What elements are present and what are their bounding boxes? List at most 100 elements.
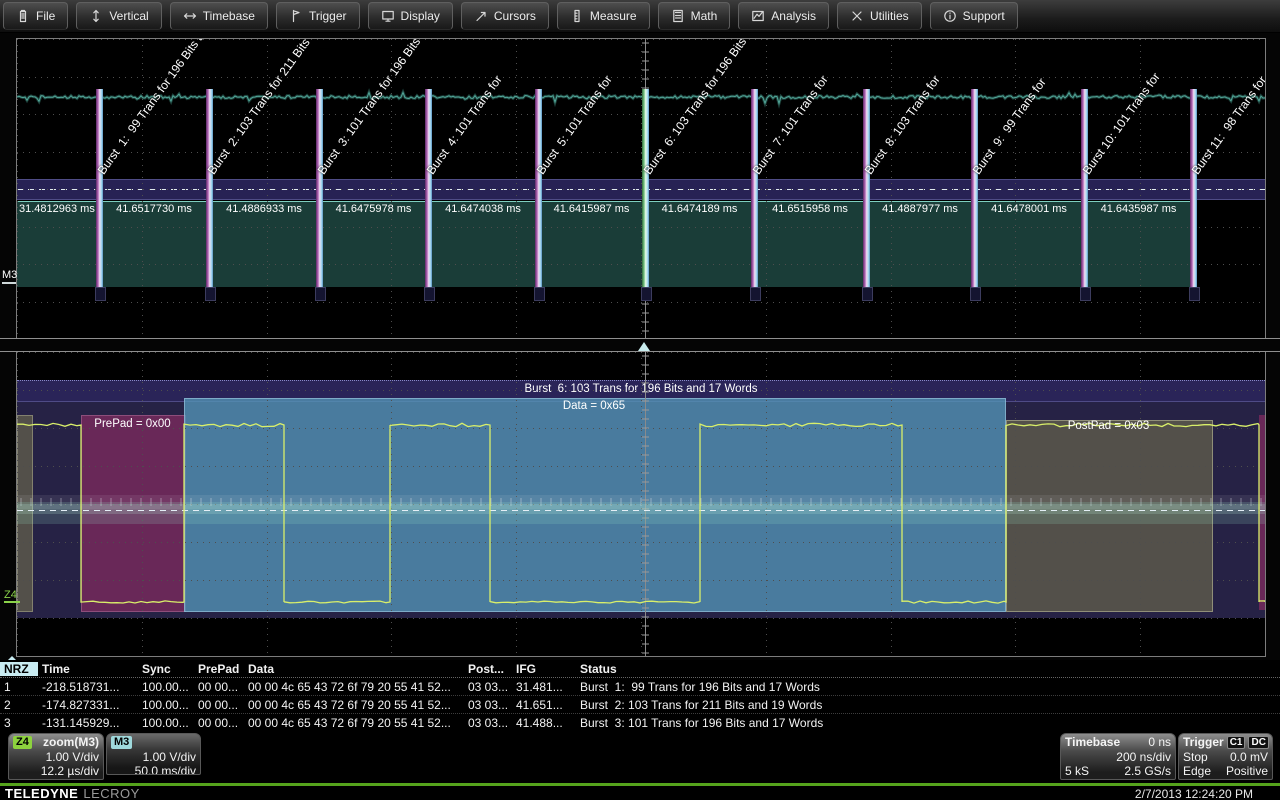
table-header-post[interactable]: Post... (464, 662, 512, 676)
timebase-tile[interactable]: Timebase 0 ns 200 ns/div 5 kS 2.5 GS/s (1060, 733, 1176, 780)
table-header-sync[interactable]: Sync (138, 662, 194, 676)
burst-marker-handle[interactable] (205, 287, 216, 301)
menu-item-label: Display (401, 9, 440, 23)
zoom-waveform-grid[interactable]: Burst 6: 103 Trans for 196 Bits and 17 W… (16, 352, 1266, 657)
burst-marker[interactable] (535, 89, 542, 299)
menu-item-support[interactable]: Support (930, 2, 1018, 30)
burst-marker-handle[interactable] (970, 287, 981, 301)
table-header-data[interactable]: Data (244, 662, 464, 676)
table-cell: 00 00... (194, 698, 244, 712)
brand-logo: TELEDYNELECROY (5, 786, 140, 800)
burst-marker[interactable] (1190, 89, 1197, 299)
m3-tdiv: 50.0 ms/div (135, 764, 196, 775)
menu-item-label: Measure (590, 9, 637, 23)
gap-time-label: 41.4887977 ms (882, 203, 958, 215)
burst-marker-handle[interactable] (750, 287, 761, 301)
oscilloscope-screen: File Vertical Timebase Trigger Display Cursor… (0, 0, 1280, 800)
table-row[interactable]: 2-174.827331...100.00...00 00...00 00 4c… (0, 696, 1280, 714)
burst-marker[interactable] (863, 89, 870, 299)
menu-item-label: Trigger (309, 9, 347, 23)
z4-title: zoom(M3) (43, 735, 99, 749)
trigger-type: Edge (1183, 764, 1211, 778)
burst-marker[interactable] (206, 89, 213, 299)
menu-bar: File Vertical Timebase Trigger Display Cursor… (0, 0, 1280, 33)
burst-marker-handle[interactable] (315, 287, 326, 301)
burst-marker[interactable] (96, 89, 103, 299)
trigger-coupling-badge: DC (1248, 736, 1268, 749)
m3-descriptor-tile[interactable]: M3 1.00 V/div 50.0 ms/div (106, 733, 201, 775)
menu-item-utilities[interactable]: Utilities (837, 2, 922, 30)
calculator-icon (671, 9, 685, 23)
decode-result-table: ▲ ▼ NRZTimeSyncPrePadDataPost...IFGStatu… (0, 660, 1280, 728)
burst-marker-handle[interactable] (424, 287, 435, 301)
burst-marker-handle[interactable] (641, 287, 652, 301)
burst-marker-handle[interactable] (95, 287, 106, 301)
table-header-row: NRZTimeSyncPrePadDataPost...IFGStatus (0, 660, 1280, 678)
burst-marker[interactable] (425, 89, 432, 299)
menu-item-file[interactable]: File (3, 2, 68, 30)
table-cell: 2 (0, 698, 38, 712)
pointer-icon (474, 9, 488, 23)
burst-marker[interactable] (751, 89, 758, 299)
burst-marker-handle[interactable] (534, 287, 545, 301)
burst-marker[interactable] (316, 89, 323, 299)
main-waveform-grid[interactable]: 31.4812963 ms41.6517730 ms41.4886933 ms4… (16, 38, 1266, 339)
gap-time-label: 41.6415987 ms (554, 203, 630, 215)
table-header-status[interactable]: Status (576, 662, 1248, 676)
burst-marker-handle[interactable] (862, 287, 873, 301)
table-cell: 1 (0, 680, 38, 694)
menu-item-label: Vertical (109, 9, 148, 23)
menu-item-cursors[interactable]: Cursors (461, 2, 549, 30)
menu-item-label: Analysis (771, 9, 816, 23)
gap-time-label: 41.6474189 ms (662, 203, 738, 215)
table-cell: -174.827331... (38, 698, 138, 712)
z4-tdiv: 12.2 µs/div (41, 764, 99, 778)
menu-item-vertical[interactable]: Vertical (76, 2, 161, 30)
tools-icon (850, 9, 864, 23)
z4-descriptor-tile[interactable]: Z4 zoom(M3) 1.00 V/div 12.2 µs/div (8, 733, 104, 780)
burst-marker[interactable] (1081, 89, 1088, 299)
table-cell: Burst 1: 99 Trans for 196 Bits and 17 Wo… (576, 680, 1248, 694)
z4-trace-tick (4, 601, 20, 603)
table-cell: 100.00... (138, 698, 194, 712)
ruler-icon (570, 9, 584, 23)
trigger-level: 0.0 mV (1230, 750, 1268, 764)
timebase-offset: 0 ns (1148, 735, 1171, 749)
trigger-slope: Positive (1226, 764, 1268, 778)
table-cell: 00 00... (194, 680, 244, 694)
z4-vdiv: 1.00 V/div (46, 750, 99, 764)
trigger-mode: Stop (1183, 750, 1208, 764)
burst-marker[interactable] (642, 89, 649, 299)
burst-marker-handle[interactable] (1189, 287, 1200, 301)
table-cell: 00 00 4c 65 43 72 6f 79 20 55 41 52... (244, 680, 464, 694)
m3-trace-label: M3 (2, 269, 17, 281)
menu-item-timebase[interactable]: Timebase (170, 2, 268, 30)
table-cell: 100.00... (138, 680, 194, 694)
trigger-tile[interactable]: Trigger C1 DC Stop 0.0 mV Edge Positive (1178, 733, 1273, 780)
table-header-nrz[interactable]: NRZ (0, 662, 38, 676)
timebase-rate: 2.5 GS/s (1124, 764, 1171, 778)
menu-item-analysis[interactable]: Analysis (738, 2, 829, 30)
burst-marker[interactable] (971, 89, 978, 299)
table-cell: -218.518731... (38, 680, 138, 694)
horizontal-arrows-icon (183, 9, 197, 23)
trigger-title: Trigger (1183, 735, 1224, 749)
trigger-position-marker[interactable] (638, 342, 650, 351)
zoom-grid-graticule (17, 352, 1265, 656)
menu-item-math[interactable]: Math (658, 2, 731, 30)
table-row[interactable]: 1-218.518731...100.00...00 00...00 00 4c… (0, 678, 1280, 696)
menu-item-trigger[interactable]: Trigger (276, 2, 360, 30)
trigger-source-badge: C1 (1227, 736, 1246, 749)
timebase-samples: 5 kS (1065, 764, 1089, 778)
table-header-ifg[interactable]: IFG (512, 662, 576, 676)
burst-marker-handle[interactable] (1080, 287, 1091, 301)
menu-item-label: Utilities (870, 9, 909, 23)
table-cell: 00 00 4c 65 43 72 6f 79 20 55 41 52... (244, 698, 464, 712)
menu-item-display[interactable]: Display (368, 2, 453, 30)
table-header-prepad[interactable]: PrePad (194, 662, 244, 676)
flag-icon (289, 9, 303, 23)
table-header-time[interactable]: Time (38, 662, 138, 676)
file-icon (16, 9, 30, 23)
timebase-per-div: 200 ns/div (1116, 750, 1171, 764)
menu-item-measure[interactable]: Measure (557, 2, 650, 30)
